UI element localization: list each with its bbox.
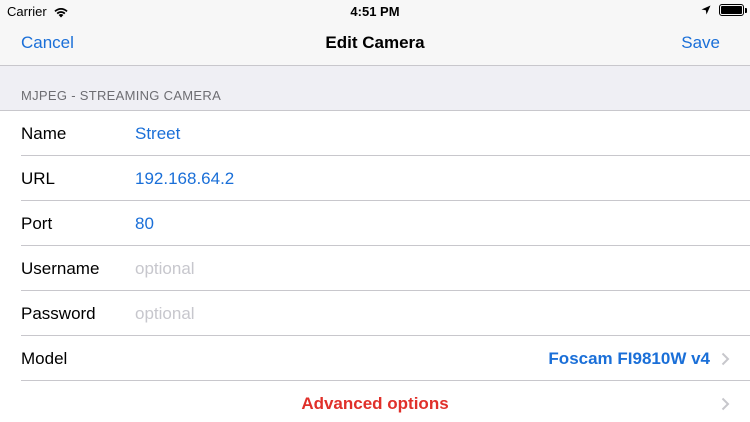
- name-field[interactable]: Street: [135, 124, 180, 144]
- save-button[interactable]: Save: [681, 33, 720, 53]
- battery-icon: [719, 4, 747, 16]
- section-header: MJPEG - STREAMING CAMERA: [21, 88, 222, 103]
- port-row[interactable]: Port 80: [0, 201, 750, 246]
- name-row[interactable]: Name Street: [0, 111, 750, 156]
- password-row[interactable]: Password optional: [0, 291, 750, 336]
- status-right: [701, 4, 747, 16]
- port-label: Port: [21, 214, 53, 233]
- username-label: Username: [21, 259, 100, 278]
- password-label: Password: [21, 304, 96, 323]
- chevron-right-icon: [721, 397, 730, 411]
- location-arrow-icon: [701, 5, 711, 15]
- chevron-right-icon: [721, 352, 730, 366]
- advanced-options-button[interactable]: Advanced options: [0, 394, 750, 414]
- advanced-options-row[interactable]: Advanced options: [0, 381, 750, 422]
- name-label: Name: [21, 124, 67, 143]
- model-value: Foscam FI9810W v4: [548, 349, 710, 368]
- url-field[interactable]: 192.168.64.2: [135, 169, 234, 189]
- page-title: Edit Camera: [325, 33, 425, 52]
- status-bar: Carrier 4:51 PM: [0, 0, 750, 22]
- username-field[interactable]: optional: [135, 259, 195, 279]
- url-row[interactable]: URL 192.168.64.2: [0, 156, 750, 201]
- model-row[interactable]: Model Foscam FI9810W v4: [0, 336, 750, 381]
- username-row[interactable]: Username optional: [0, 246, 750, 291]
- password-field[interactable]: optional: [135, 304, 195, 324]
- model-label: Model: [21, 349, 68, 368]
- url-label: URL: [21, 169, 56, 188]
- status-time: 4:51 PM: [350, 4, 400, 19]
- camera-settings-table: Name Street URL 192.168.64.2 Port 80 Use…: [0, 110, 750, 422]
- navigation-bar: Cancel Edit Camera Save: [0, 22, 750, 66]
- port-field[interactable]: 80: [135, 214, 154, 234]
